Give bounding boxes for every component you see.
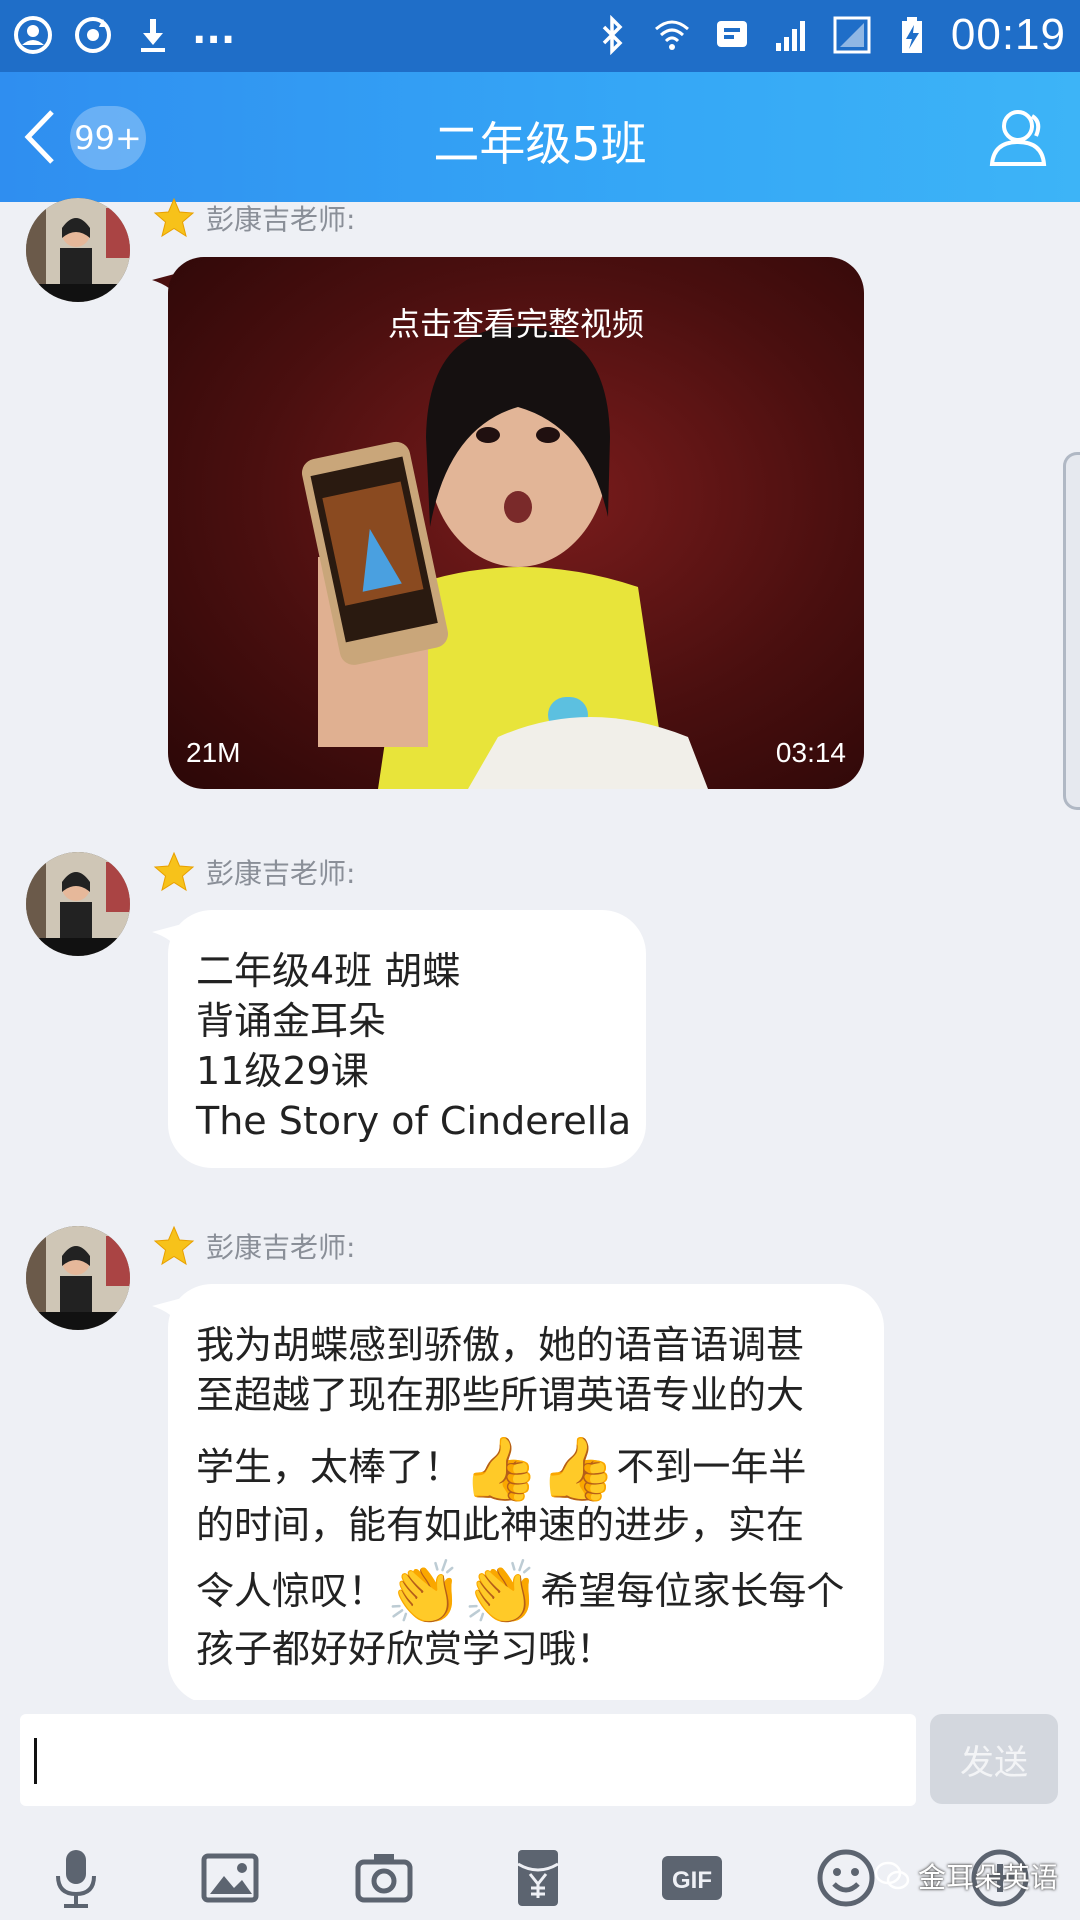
avatar[interactable] — [26, 198, 130, 302]
signal-weak-icon — [831, 12, 873, 58]
sender-name: 彭康吉老师: — [152, 196, 355, 240]
image-icon[interactable] — [190, 1838, 270, 1918]
red-packet-icon[interactable] — [498, 1838, 578, 1918]
signal-icon — [771, 12, 813, 58]
message-line: 背诵金耳朵 — [196, 999, 387, 1043]
contact-icon[interactable] — [986, 102, 1056, 172]
status-bar: ... 00:19 — [0, 0, 1080, 72]
send-button[interactable]: 发送 — [930, 1714, 1058, 1804]
chat-header: 99+ 二年级5班 — [0, 72, 1080, 202]
message-icon — [711, 12, 753, 58]
page-title: 二年级5班 — [433, 117, 647, 171]
sender-label: 彭康吉老师: — [206, 203, 356, 236]
message-line: 至超越了现在那些所谓英语专业的大 — [196, 1373, 805, 1417]
star-icon — [153, 851, 195, 892]
message-line: 孩子都好好欣赏学习哦！ — [196, 1627, 615, 1671]
video-caption: 点击查看完整视频 — [387, 305, 644, 343]
svg-text:GIF: GIF — [672, 1867, 712, 1894]
avatar-photo — [26, 852, 130, 956]
sender-label: 彭康吉老师: — [206, 857, 356, 890]
message-input[interactable] — [20, 1714, 916, 1806]
side-scroll-handle[interactable] — [1063, 452, 1080, 810]
message-line: 学生，太棒了！👍👍不到一年半 — [196, 1438, 856, 1500]
message-text: 令人惊叹！ — [196, 1569, 387, 1613]
text-message[interactable]: 我为胡蝶感到骄傲，她的语音语调甚 至超越了现在那些所谓英语专业的大 学生，太棒了… — [168, 1284, 884, 1704]
sender-label: 彭康吉老师: — [206, 1231, 356, 1264]
download-icon — [132, 12, 174, 58]
message-text: 希望每位家长每个 — [540, 1569, 845, 1613]
message-line: 令人惊叹！👏👏希望每位家长每个 — [196, 1562, 856, 1624]
message-line: 二年级4班 胡蝶 — [196, 949, 461, 993]
message-line: 的时间，能有如此神速的进步，实在 — [196, 1503, 805, 1547]
message-line: 11级29课 — [196, 1049, 369, 1093]
message-text: 不到一年半 — [616, 1445, 807, 1489]
sender-name: 彭康吉老师: — [152, 1224, 355, 1268]
wifi-icon — [651, 12, 693, 58]
text-message[interactable]: 二年级4班 胡蝶 背诵金耳朵 11级29课 The Story of Cinde… — [168, 910, 646, 1168]
bluetooth-icon — [591, 12, 633, 58]
sync-icon — [72, 12, 114, 58]
sender-name: 彭康吉老师: — [152, 850, 355, 894]
watermark-text: 金耳朵英语 — [917, 1861, 1058, 1894]
star-icon — [153, 1225, 195, 1266]
video-duration: 03:14 — [775, 737, 846, 768]
avatar-photo — [26, 198, 130, 302]
text-cursor — [34, 1738, 37, 1784]
watermark: 金耳朵英语 — [874, 1856, 1058, 1896]
video-size: 21M — [186, 737, 241, 768]
avatar[interactable] — [26, 1226, 130, 1330]
thumbs-up-emoji-icon: 👍👍 — [462, 1432, 617, 1505]
battery-charging-icon — [891, 12, 933, 58]
video-message[interactable]: 点击查看完整视频 21M 03:14 — [168, 257, 864, 789]
wechat-logo-icon — [874, 1861, 910, 1890]
avatar-photo — [26, 1226, 130, 1330]
avatar[interactable] — [26, 852, 130, 956]
clapping-hands-emoji-icon: 👏👏 — [386, 1556, 541, 1629]
star-icon — [153, 197, 195, 238]
composer: 发送 GIF 金耳朵英语 — [0, 1700, 1080, 1920]
more-notifications: ... — [192, 8, 236, 52]
account-icon — [12, 12, 54, 58]
camera-icon[interactable] — [344, 1838, 424, 1918]
message-line: 我为胡蝶感到骄傲，她的语音语调甚 — [196, 1323, 805, 1367]
microphone-icon[interactable] — [36, 1838, 116, 1918]
message-line: The Story of Cinderella — [196, 1099, 632, 1143]
gif-icon[interactable]: GIF — [652, 1838, 732, 1918]
message-text: 学生，太棒了！ — [196, 1445, 463, 1489]
clock: 00:19 — [950, 10, 1066, 59]
